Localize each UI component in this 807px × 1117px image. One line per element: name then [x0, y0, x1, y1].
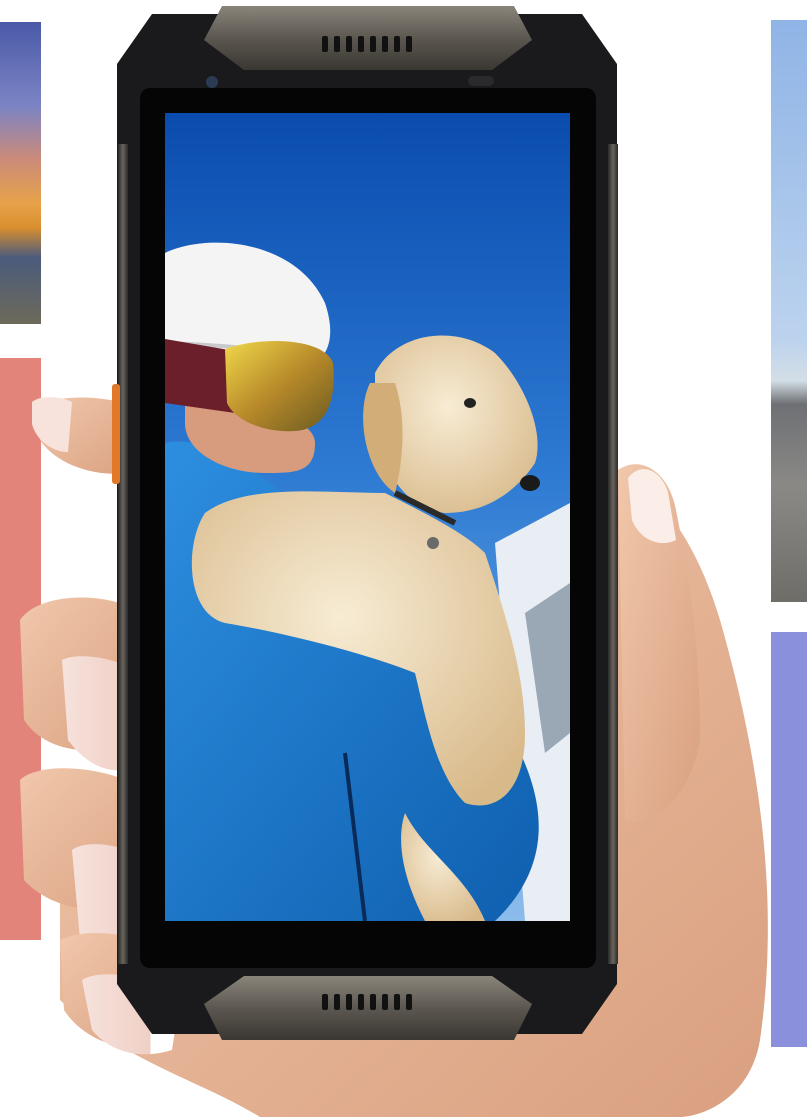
front-camera-icon: [206, 76, 218, 88]
left-metal-rail: [118, 144, 128, 964]
skier-with-dog-photo: [165, 113, 570, 921]
top-bumper: [204, 6, 532, 70]
proximity-sensor: [468, 76, 494, 86]
phone-screen: [165, 113, 570, 921]
dog-nose: [520, 475, 540, 491]
bottom-bumper: [204, 976, 532, 1040]
right-metal-rail: [608, 144, 618, 964]
yellow-goggles: [225, 340, 334, 432]
side-button: [112, 384, 120, 484]
